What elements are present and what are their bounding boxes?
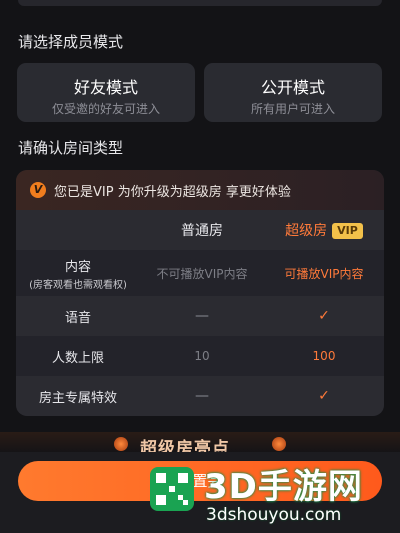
friend-mode-option[interactable]: 好友模式 仅受邀的好友可进入 — [17, 63, 195, 122]
super-room-header-label: 超级房 — [285, 223, 328, 239]
normal-capacity-value: 10 — [194, 349, 210, 363]
top-edge — [18, 0, 382, 6]
table-row: 人数上限 10 100 — [16, 336, 384, 376]
super-voice-check-icon: ✓ — [318, 308, 330, 324]
room-type-comparison: V 您已是VIP 为你升级为超级房 享更好体验 普通房 超级房 VIP 内容 (房… — [16, 170, 384, 416]
super-room-header: 超级房 VIP — [264, 220, 384, 240]
feature-content-label: 内容 — [64, 259, 91, 275]
feature-voice-label: 语音 — [64, 310, 91, 326]
member-mode-title: 请选择成员模式 — [18, 33, 124, 51]
flame-left-icon — [114, 437, 128, 451]
public-mode-option[interactable]: 公开模式 所有用户可进入 — [204, 63, 382, 122]
friend-mode-desc: 仅受邀的好友可进入 — [51, 102, 160, 116]
feature-capacity-label: 人数上限 — [51, 350, 104, 366]
comparison-header-row: 普通房 超级房 VIP — [16, 210, 384, 250]
normal-voice-dash-icon: — — [195, 308, 209, 324]
normal-room-header: 普通房 — [181, 223, 223, 239]
feature-content-note: (房客观看也需观看权) — [29, 279, 127, 291]
room-type-title: 请确认房间类型 — [18, 139, 124, 157]
watermark-url: 3dshouyou.com — [206, 505, 342, 525]
table-row: 语音 — ✓ — [16, 296, 384, 336]
watermark-logo-icon — [150, 467, 194, 511]
public-mode-desc: 所有用户可进入 — [250, 102, 335, 116]
vip-tag: VIP — [332, 223, 363, 239]
normal-effects-dash-icon: — — [195, 388, 209, 404]
vip-badge-icon: V — [30, 182, 46, 198]
watermark: 3D手游网 3dshouyou.com — [140, 455, 400, 533]
feature-content-cell: 内容 (房客观看也需观看权) — [16, 256, 140, 291]
public-mode-label: 公开模式 — [260, 78, 325, 97]
watermark-title: 3D手游网 — [204, 467, 363, 507]
table-row: 房主专属特效 — ✓ — [16, 376, 384, 416]
super-effects-check-icon: ✓ — [318, 388, 330, 404]
friend-mode-label: 好友模式 — [73, 78, 138, 97]
feature-effects-label: 房主专属特效 — [38, 390, 117, 406]
vip-upgrade-text: 您已是VIP 为你升级为超级房 享更好体验 — [54, 184, 291, 200]
normal-content-value: 不可播放VIP内容 — [156, 266, 248, 281]
flame-right-icon — [272, 437, 286, 451]
super-content-value: 可播放VIP内容 — [284, 266, 364, 281]
super-capacity-value: 100 — [312, 349, 336, 363]
vip-upgrade-banner: V 您已是VIP 为你升级为超级房 享更好体验 — [16, 170, 384, 210]
table-row: 内容 (房客观看也需观看权) 不可播放VIP内容 可播放VIP内容 — [16, 250, 384, 296]
